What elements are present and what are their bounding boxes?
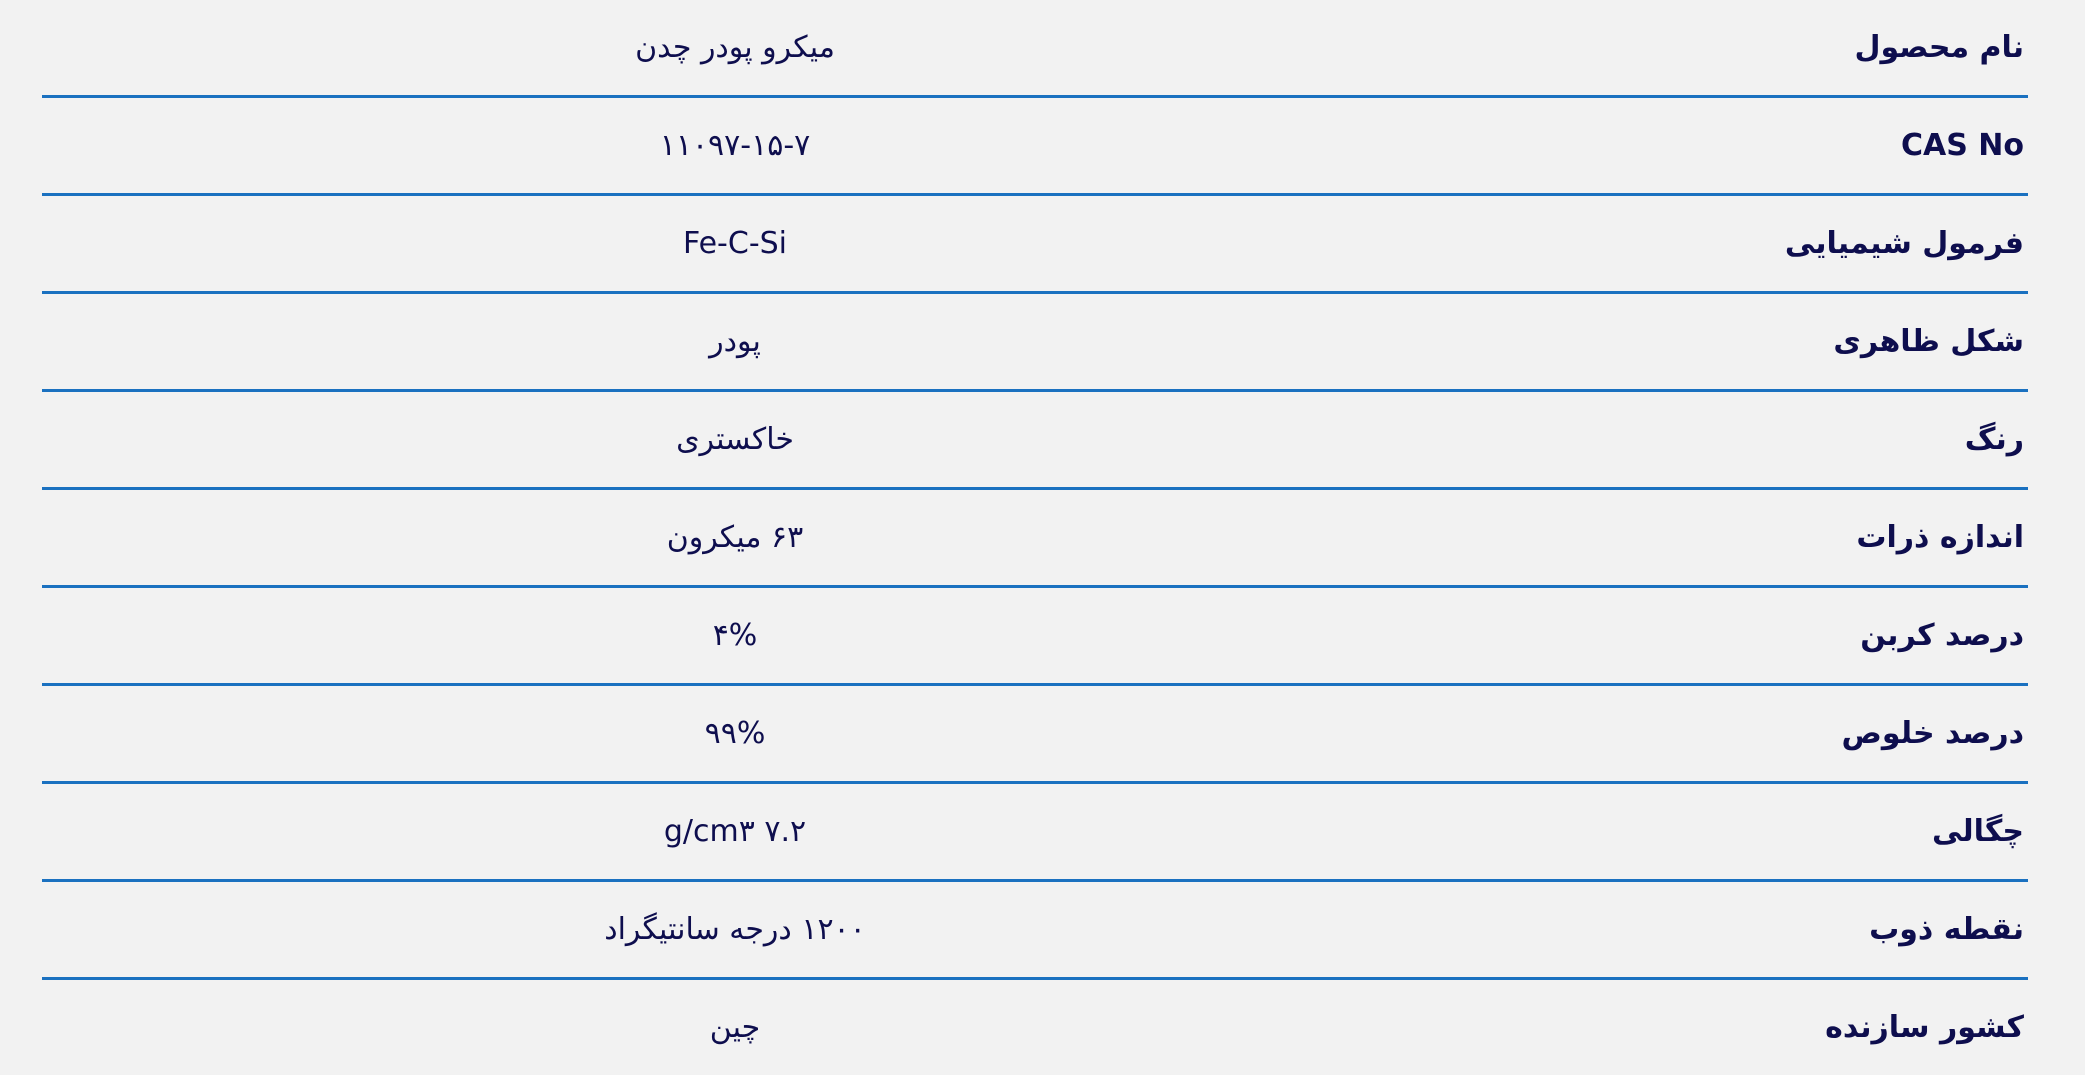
- spec-value: خاکستری: [676, 422, 794, 457]
- table-row: چگالی ۷.۲ g/cm۳: [42, 784, 2028, 882]
- table-row: فرمول شیمیایی Fe-C-Si: [42, 196, 2028, 294]
- spec-value: ۷.۲ g/cm۳: [663, 814, 807, 849]
- spec-label: چگالی: [1932, 814, 2024, 849]
- spec-label: نقطه ذوب: [1869, 912, 2024, 947]
- table-row: شکل ظاهری پودر: [42, 294, 2028, 392]
- spec-value: ۶۳ میکرون: [666, 520, 804, 555]
- spec-label: اندازه ذرات: [1856, 520, 2024, 555]
- spec-label: CAS No: [1900, 128, 2024, 163]
- spec-label: فرمول شیمیایی: [1784, 226, 2024, 261]
- table-row: درصد خلوص ۹۹%: [42, 686, 2028, 784]
- spec-value: ۴%: [712, 618, 758, 653]
- table-row: نام محصول میکرو پودر چدن: [42, 0, 2028, 98]
- table-row: CAS No ۱۱۰۹۷-۱۵-۷: [42, 98, 2028, 196]
- spec-value: میکرو پودر چدن: [635, 30, 835, 65]
- table-row: رنگ خاکستری: [42, 392, 2028, 490]
- spec-label: کشور سازنده: [1825, 1010, 2024, 1045]
- spec-label: شکل ظاهری: [1833, 324, 2024, 359]
- spec-value: Fe-C-Si: [682, 226, 788, 261]
- spec-label: رنگ: [1964, 422, 2024, 457]
- table-row: درصد کربن ۴%: [42, 588, 2028, 686]
- spec-value: ۹۹%: [704, 716, 766, 751]
- spec-value: ۱۲۰۰ درجه سانتیگراد: [604, 912, 866, 947]
- spec-label: نام محصول: [1854, 30, 2024, 65]
- spec-value: ۱۱۰۹۷-۱۵-۷: [659, 128, 811, 163]
- table-row: کشور سازنده چین: [42, 980, 2028, 1075]
- spec-value: چین: [709, 1010, 761, 1045]
- spec-label: درصد خلوص: [1841, 716, 2024, 751]
- product-spec-table: نام محصول میکرو پودر چدن CAS No ۱۱۰۹۷-۱۵…: [0, 0, 2085, 1075]
- table-row: اندازه ذرات ۶۳ میکرون: [42, 490, 2028, 588]
- table-row: نقطه ذوب ۱۲۰۰ درجه سانتیگراد: [42, 882, 2028, 980]
- spec-value: پودر: [709, 324, 761, 359]
- spec-label: درصد کربن: [1860, 618, 2024, 653]
